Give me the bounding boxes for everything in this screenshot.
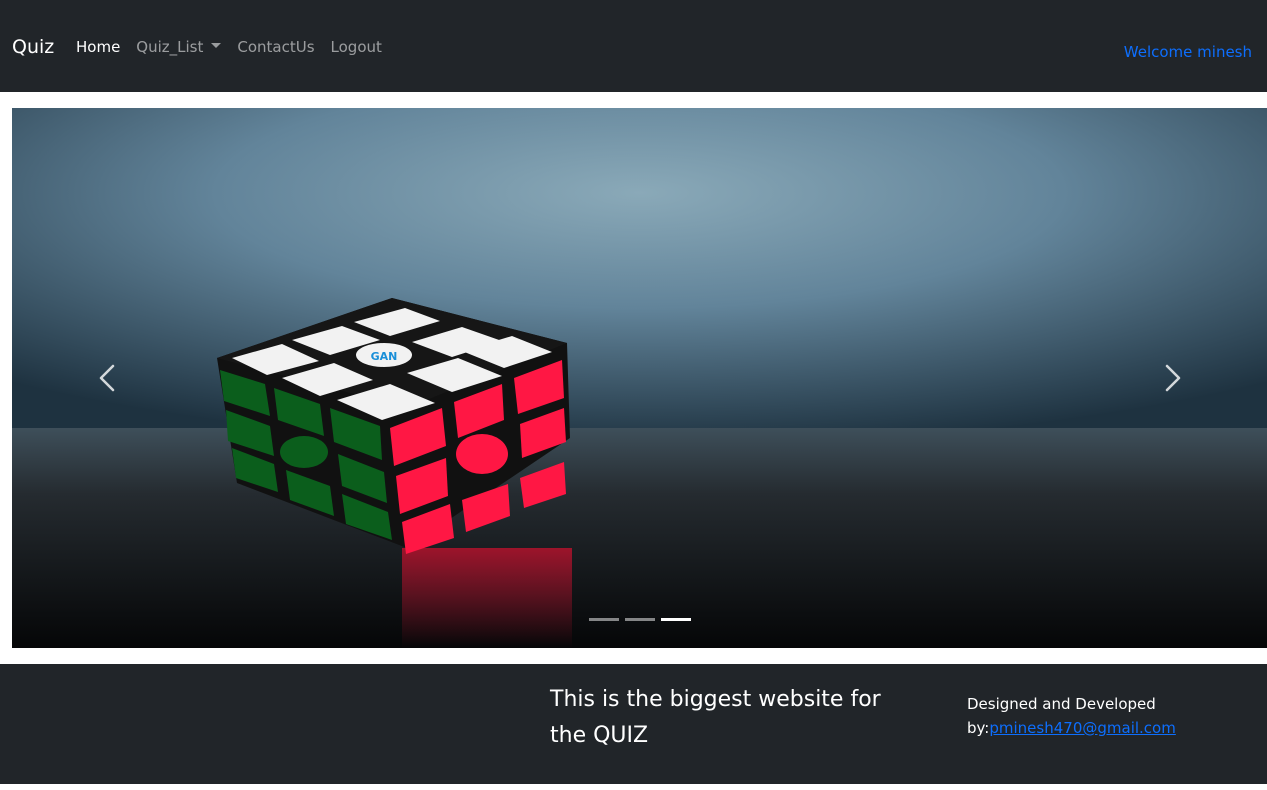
footer-credits: Designed and Developed by:pminesh470@gma… bbox=[967, 692, 1207, 740]
carousel-indicator-1[interactable] bbox=[589, 618, 619, 621]
carousel-next-button[interactable] bbox=[1153, 358, 1193, 398]
svg-text:GAN: GAN bbox=[371, 350, 398, 363]
carousel-slide-image: GAN bbox=[12, 108, 1267, 648]
nav-link-quiz-list-label: Quiz_List bbox=[136, 38, 204, 56]
nav-link-logout[interactable]: Logout bbox=[331, 37, 382, 57]
carousel-indicator-2[interactable] bbox=[625, 618, 655, 621]
carousel-indicators bbox=[589, 618, 691, 621]
navbar-brand[interactable]: Quiz bbox=[12, 34, 54, 60]
nav-links: Home Quiz_List ContactUs Logout bbox=[76, 37, 382, 57]
nav-link-contactus[interactable]: ContactUs bbox=[237, 37, 314, 57]
chevron-right-icon bbox=[1165, 364, 1181, 392]
navbar: Quiz Home Quiz_List ContactUs Logout Wel… bbox=[0, 0, 1267, 92]
footer: This is the biggest website for the QUIZ… bbox=[0, 664, 1267, 784]
carousel-prev-button[interactable] bbox=[87, 358, 127, 398]
welcome-user-text[interactable]: Welcome minesh bbox=[1124, 42, 1252, 62]
footer-tagline: This is the biggest website for the QUIZ bbox=[550, 687, 881, 748]
caret-down-icon bbox=[211, 42, 222, 48]
chevron-left-icon bbox=[99, 364, 115, 392]
carousel-indicator-3[interactable] bbox=[661, 618, 691, 621]
nav-link-quiz-list[interactable]: Quiz_List bbox=[136, 37, 222, 57]
carousel: GAN bbox=[12, 108, 1267, 648]
nav-link-home[interactable]: Home bbox=[76, 37, 120, 57]
email-link[interactable]: pminesh470@gmail.com bbox=[989, 719, 1175, 737]
